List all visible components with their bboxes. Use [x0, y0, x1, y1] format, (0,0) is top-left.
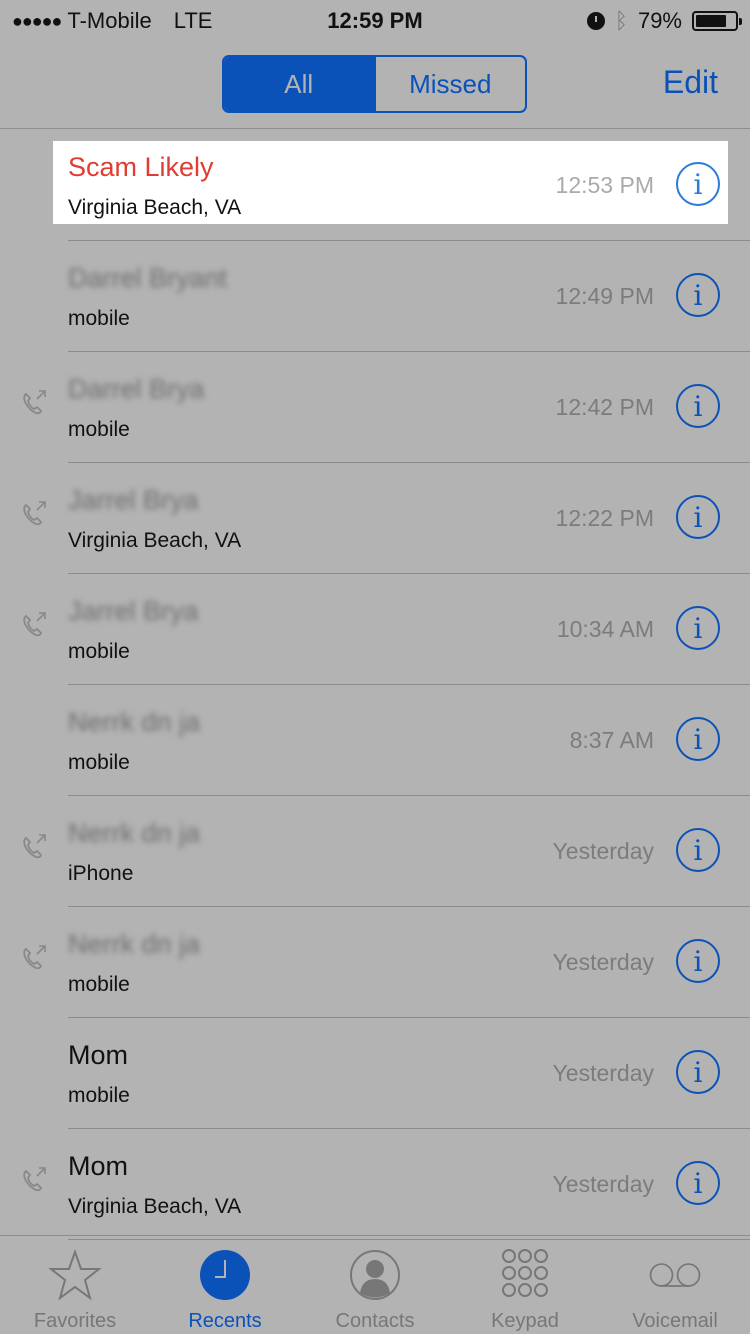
- info-button[interactable]: i: [676, 606, 720, 650]
- keypad-icon: [502, 1249, 548, 1297]
- caller-subtitle: iPhone: [68, 862, 134, 885]
- info-icon: i: [693, 167, 703, 201]
- call-row[interactable]: Scam Likely Virginia Beach, VA 12:53 PM i: [0, 130, 750, 241]
- caller-subtitle: mobile: [68, 973, 130, 996]
- caller-subtitle: mobile: [68, 418, 130, 441]
- battery-percent: 79%: [637, 8, 682, 33]
- call-row[interactable]: Nerrk dn ja mobile 8:37 AM i: [0, 685, 750, 796]
- caller-name: Darrel Bryant: [68, 263, 228, 293]
- call-row[interactable]: Jarrel Brya Virginia Beach, VA 12:22 PM i: [0, 463, 750, 574]
- info-icon: i: [693, 944, 703, 978]
- call-time: 12:49 PM: [555, 283, 654, 309]
- caller-name: Nerrk dn ja: [68, 818, 201, 848]
- outgoing-call-icon: [23, 1167, 46, 1192]
- call-row[interactable]: Jarrel Brya mobile 10:34 AM i: [0, 574, 750, 685]
- tab-label: Keypad: [491, 1310, 559, 1332]
- caller-subtitle: Virginia Beach, VA: [68, 196, 242, 219]
- status-right: ᛒ 79%: [586, 8, 742, 34]
- voicemail-icon: [649, 1263, 701, 1287]
- info-icon: i: [693, 500, 703, 534]
- tab-keypad[interactable]: Keypad: [450, 1236, 600, 1334]
- call-row[interactable]: Nerrk dn ja iPhone Yesterday i: [0, 796, 750, 907]
- caller-subtitle: Virginia Beach, VA: [68, 1195, 242, 1218]
- recent-calls-list: Scam Likely Virginia Beach, VA 12:53 PM i Da…: [0, 130, 750, 1240]
- call-time: 12:53 PM: [555, 172, 654, 198]
- info-button[interactable]: i: [676, 273, 720, 317]
- info-button[interactable]: i: [676, 1161, 720, 1205]
- caller-name: Nerrk dn ja: [68, 929, 201, 959]
- tab-label: Recents: [188, 1310, 262, 1332]
- alarm-icon: [586, 12, 605, 30]
- person-icon: [350, 1250, 400, 1300]
- call-time: 12:42 PM: [555, 394, 654, 420]
- info-button[interactable]: i: [676, 939, 720, 983]
- tab-recents[interactable]: Recents: [150, 1236, 300, 1334]
- caller-subtitle: mobile: [68, 1084, 130, 1107]
- edit-button[interactable]: Edit: [663, 64, 718, 101]
- info-button[interactable]: i: [676, 495, 720, 539]
- info-icon: i: [693, 722, 703, 756]
- call-time: Yesterday: [552, 838, 654, 864]
- call-row[interactable]: Mom mobile Yesterday i: [0, 1018, 750, 1129]
- caller-subtitle: mobile: [68, 307, 130, 330]
- caller-name: Jarrel Brya: [68, 596, 199, 626]
- call-row[interactable]: Darrel Brya mobile 12:42 PM i: [0, 352, 750, 463]
- info-icon: i: [693, 833, 703, 867]
- info-button[interactable]: i: [676, 828, 720, 872]
- info-icon: i: [693, 1055, 703, 1089]
- outgoing-call-icon: [23, 945, 46, 970]
- star-icon: [48, 1248, 102, 1301]
- tab-label: Favorites: [33, 1310, 117, 1332]
- caller-subtitle: mobile: [68, 640, 130, 663]
- call-time: 8:37 AM: [569, 727, 654, 753]
- outgoing-call-icon: [23, 834, 46, 859]
- caller-name: Mom: [68, 1040, 128, 1070]
- info-icon: i: [693, 389, 703, 423]
- call-time: Yesterday: [552, 1060, 654, 1086]
- caller-name: Scam Likely: [68, 152, 214, 182]
- caller-subtitle: mobile: [68, 751, 130, 774]
- battery-fill: [696, 15, 727, 27]
- caller-name: Mom: [68, 1151, 128, 1181]
- call-row[interactable]: Darrel Bryant mobile 12:49 PM i: [0, 241, 750, 352]
- info-icon: i: [693, 1166, 703, 1200]
- battery-icon: [692, 11, 742, 31]
- info-button[interactable]: i: [676, 1050, 720, 1094]
- info-button[interactable]: i: [676, 384, 720, 428]
- info-button[interactable]: i: [676, 162, 720, 206]
- tab-favorites[interactable]: Favorites: [0, 1236, 150, 1334]
- call-row[interactable]: Mom Virginia Beach, VA Yesterday i: [0, 1129, 750, 1240]
- info-icon: i: [693, 278, 703, 312]
- outgoing-call-icon: [23, 612, 46, 637]
- tab-contacts[interactable]: Contacts: [300, 1236, 450, 1334]
- recents-filter-segmented-control: All Missed: [222, 55, 527, 113]
- bluetooth-icon: ᛒ: [614, 8, 628, 33]
- navigation-bar: All Missed Edit: [0, 40, 750, 129]
- caller-subtitle: Virginia Beach, VA: [68, 529, 242, 552]
- caller-name: Nerrk dn ja: [68, 707, 201, 737]
- tab-label: Voicemail: [632, 1310, 718, 1332]
- caller-name: Darrel Brya: [68, 374, 205, 404]
- outgoing-call-icon: [23, 390, 46, 415]
- call-time: 10:34 AM: [556, 616, 654, 642]
- clock-icon: [200, 1250, 250, 1300]
- call-time: 12:22 PM: [555, 505, 654, 531]
- call-time: Yesterday: [552, 1171, 654, 1197]
- info-button[interactable]: i: [676, 717, 720, 761]
- outgoing-call-icon: [23, 501, 46, 526]
- call-row[interactable]: Nerrk dn ja mobile Yesterday i: [0, 907, 750, 1018]
- info-icon: i: [693, 611, 703, 645]
- segment-all[interactable]: All: [224, 57, 374, 111]
- call-time: Yesterday: [552, 949, 654, 975]
- status-bar: ●●●●● T-Mobile LTE 12:59 PM ᛒ 79%: [0, 0, 750, 40]
- caller-name: Jarrel Brya: [68, 485, 199, 515]
- tab-label: Contacts: [335, 1310, 415, 1332]
- segment-missed[interactable]: Missed: [373, 57, 526, 111]
- tab-voicemail[interactable]: Voicemail: [600, 1236, 750, 1334]
- tab-bar: Favorites Recents Contacts Keypad Voicem…: [0, 1235, 750, 1334]
